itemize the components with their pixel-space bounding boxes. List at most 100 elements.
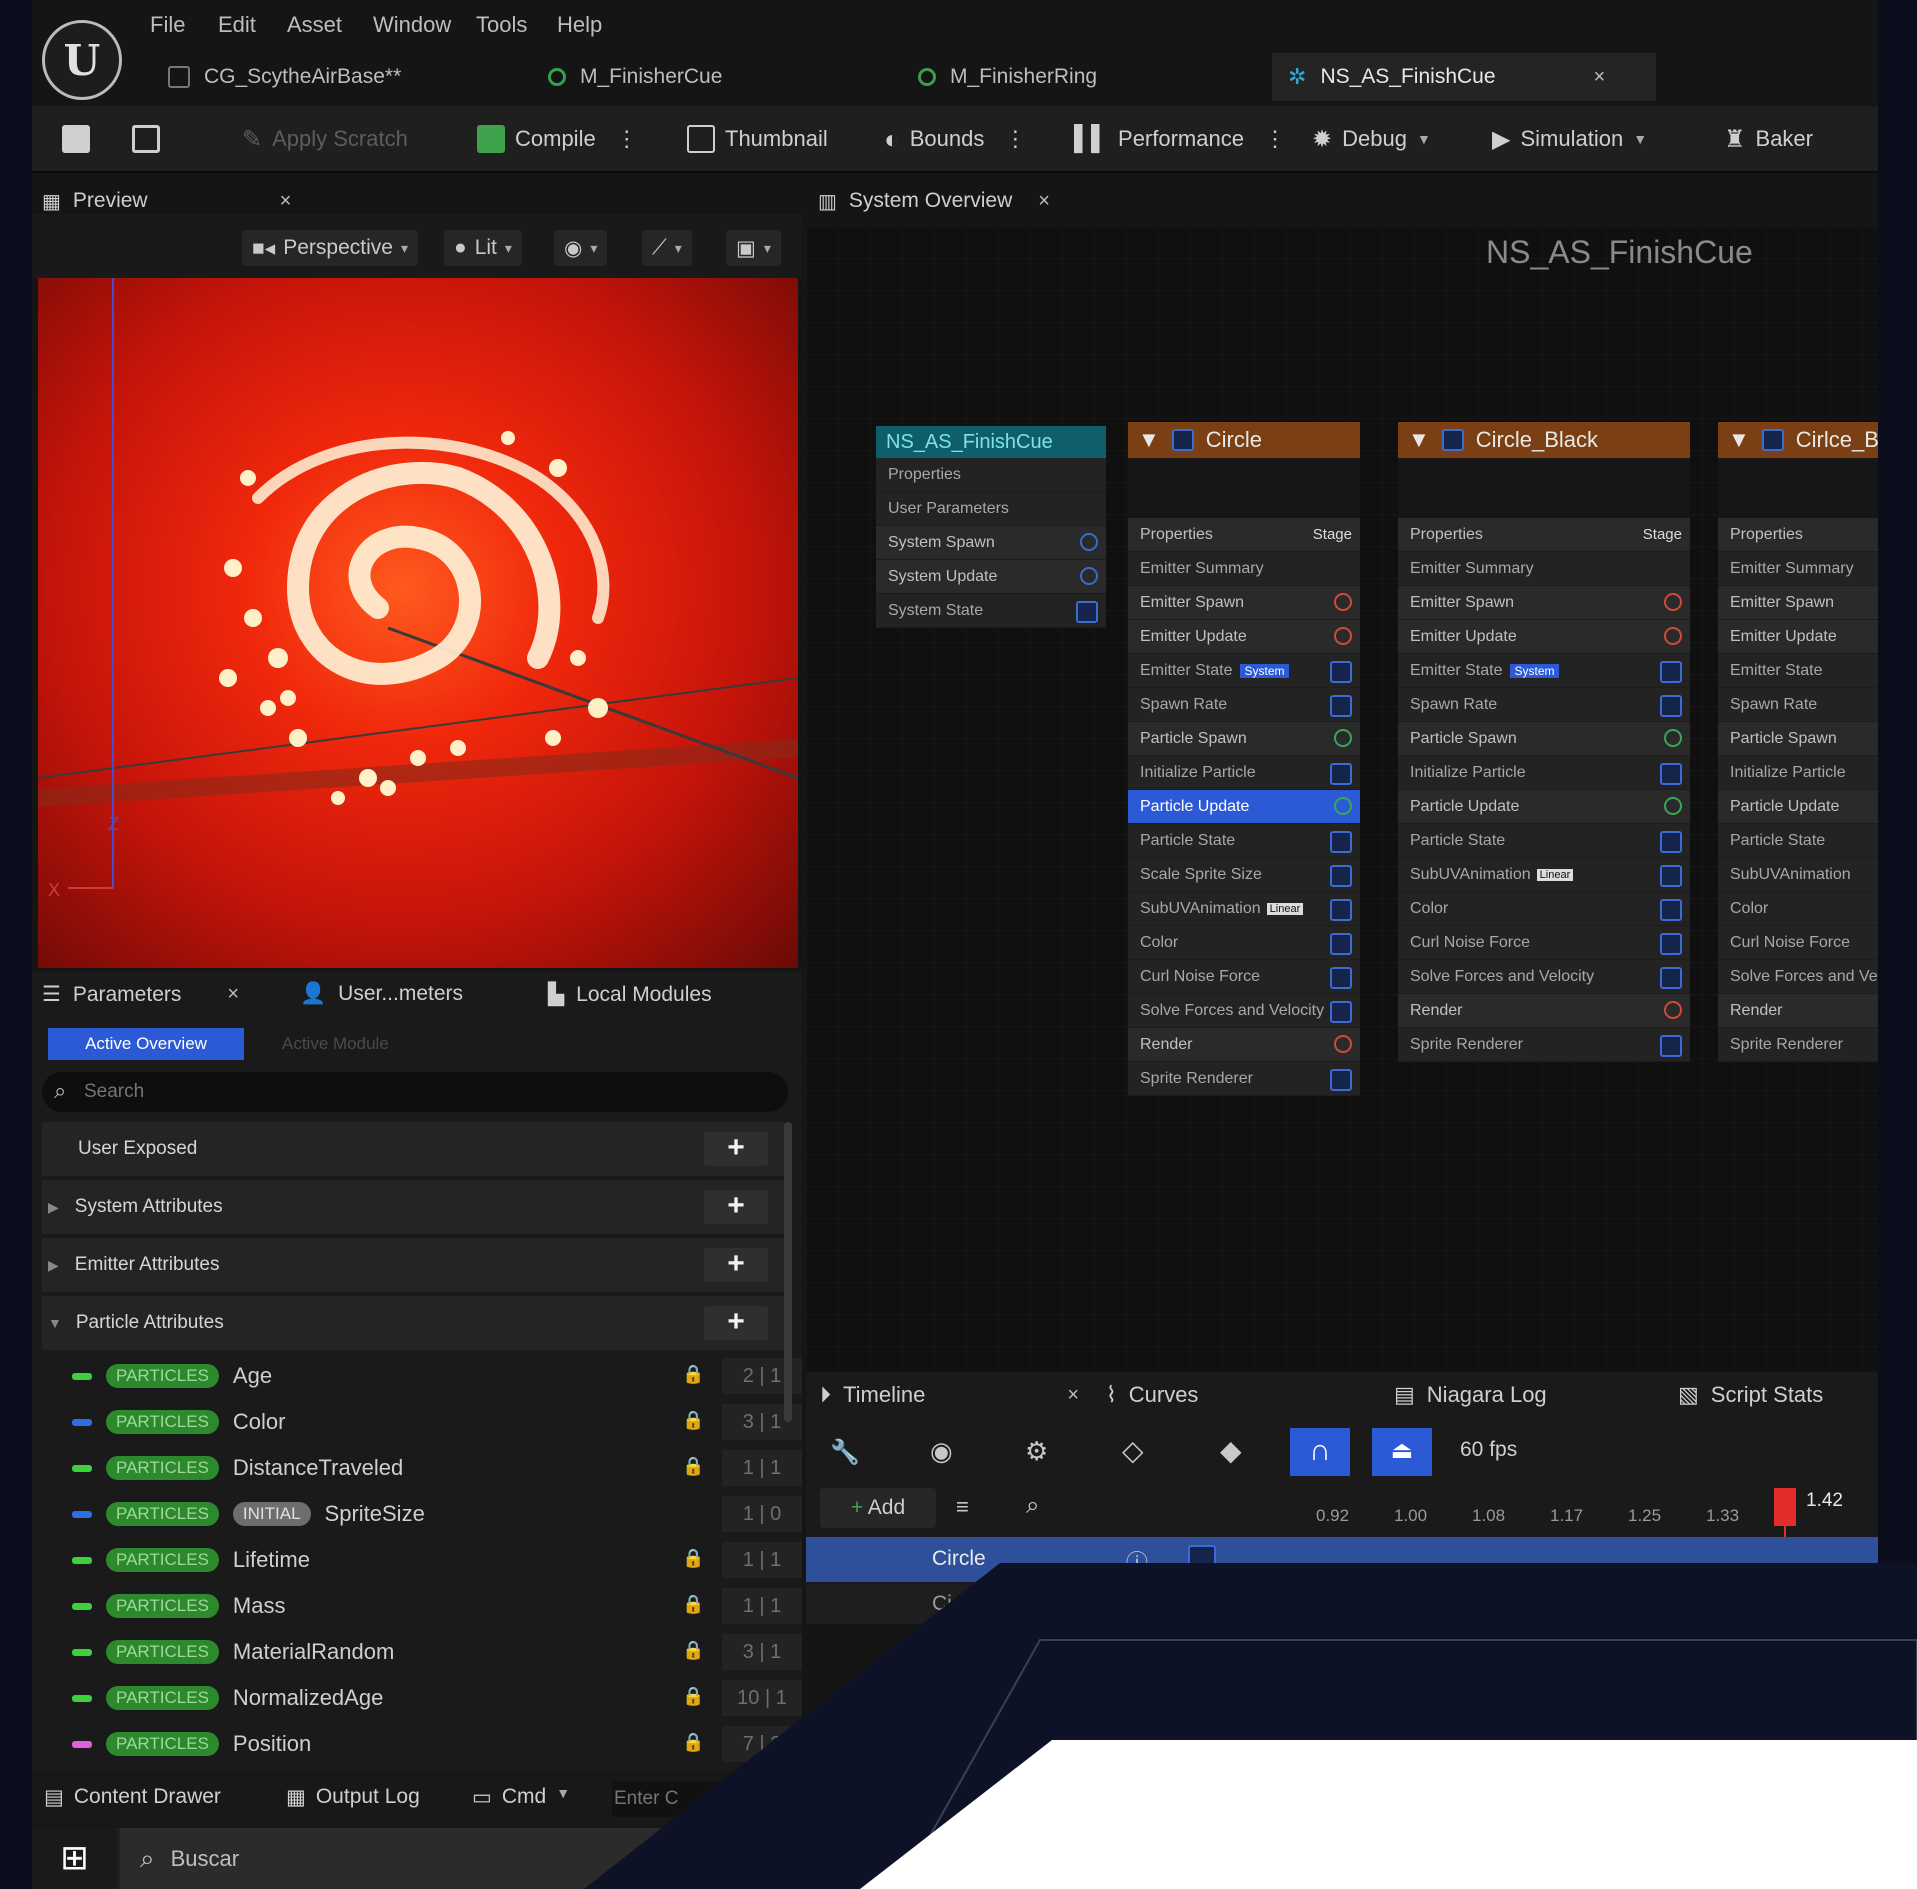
tab-timeline[interactable]: ⏵ Timeline × <box>820 1382 1079 1408</box>
playback-range-icon[interactable]: ⏏ <box>1372 1428 1432 1476</box>
enabled-checkbox[interactable] <box>1660 695 1682 717</box>
add-parameter-button[interactable]: + <box>704 1190 768 1224</box>
emitter-row[interactable]: Particle State <box>1718 824 1878 858</box>
doc-tab-m-finisherring[interactable]: M_FinisherRing <box>902 53 1278 101</box>
emitter-row[interactable]: Particle Update <box>1398 790 1690 824</box>
tab-system-overview[interactable]: ▥ System Overview × <box>818 186 1050 216</box>
add-track-button[interactable]: + Add <box>820 1488 936 1528</box>
enabled-checkbox[interactable] <box>1761 429 1784 451</box>
browse-icon[interactable] <box>132 122 160 156</box>
category-particle-attributes[interactable]: ▼ Particle Attributes + <box>42 1296 784 1350</box>
system-node[interactable]: NS_AS_FinishCue Properties User Paramete… <box>876 426 1106 628</box>
emitter-row[interactable]: Particle Spawn <box>1718 722 1878 756</box>
attribute-row[interactable]: PARTICLES Mass 🔒 1 | 1 <box>72 1584 802 1628</box>
emitter-row[interactable]: Emitter Update <box>1718 620 1878 654</box>
search-box[interactable]: ⌕ <box>42 1072 788 1112</box>
menu-tools[interactable]: Tools <box>476 12 527 38</box>
bounds-button[interactable]: ◐ Bounds ⋮ <box>884 122 1026 156</box>
attribute-row[interactable]: PARTICLES Age 🔒 2 | 1 <box>72 1354 802 1398</box>
preview-viewport[interactable]: Z X <box>38 278 798 968</box>
system-row[interactable]: System Update <box>876 560 1106 594</box>
emitter-row[interactable]: Render <box>1398 994 1690 1028</box>
emitter-row-selected[interactable]: Particle Update <box>1128 790 1360 824</box>
collapse-icon[interactable]: ▼ <box>1408 427 1430 453</box>
tab-user-parameters[interactable]: 👤 User...meters <box>300 982 463 1006</box>
close-icon[interactable]: × <box>227 983 239 1006</box>
enabled-checkbox[interactable] <box>1330 899 1352 921</box>
windows-start-icon[interactable]: ⊞ <box>32 1828 117 1889</box>
enabled-checkbox[interactable] <box>1330 763 1352 785</box>
emitter-row[interactable]: Solve Forces and Velocity <box>1128 994 1360 1028</box>
add-module-icon[interactable] <box>1334 729 1352 747</box>
settings-icon[interactable]: ⚙ <box>1025 1436 1048 1467</box>
tools-dropdown[interactable]: ⟋ ▾ <box>642 230 692 266</box>
emitter-row[interactable]: Color <box>1128 926 1360 960</box>
collapse-icon[interactable]: ▼ <box>1728 427 1750 453</box>
attribute-row[interactable]: PARTICLES Color 🔒 3 | 1 <box>72 1400 802 1444</box>
add-module-icon[interactable] <box>1664 593 1682 611</box>
add-parameter-button[interactable]: + <box>704 1132 768 1166</box>
unreal-logo-icon[interactable]: U <box>42 20 122 100</box>
emitter-row[interactable]: Properties Stage <box>1398 518 1690 552</box>
compile-button[interactable]: Compile ⋮ <box>477 122 638 156</box>
emitter-row[interactable]: Curl Noise Force <box>1398 926 1690 960</box>
attribute-row[interactable]: PARTICLES NormalizedAge 🔒 10 | 1 <box>72 1676 802 1720</box>
more-options-icon[interactable]: ⋮ <box>616 126 638 152</box>
system-row[interactable]: System State <box>876 594 1106 628</box>
doc-tab-ns-as-finishcue[interactable]: ✲ NS_AS_FinishCue × <box>1272 53 1656 101</box>
enabled-checkbox[interactable] <box>1660 865 1682 887</box>
emitter-row[interactable]: Render <box>1128 1028 1360 1062</box>
emitter-row[interactable]: Emitter State <box>1718 654 1878 688</box>
emitter-row[interactable]: Emitter Spawn <box>1128 586 1360 620</box>
expand-icon[interactable]: ▶ <box>48 1257 59 1274</box>
enabled-checkbox[interactable] <box>1660 967 1682 989</box>
emitter-row[interactable]: Particle State <box>1128 824 1360 858</box>
save-icon[interactable] <box>62 122 90 156</box>
baker-button[interactable]: ♜ Baker <box>1724 122 1813 156</box>
enabled-checkbox[interactable] <box>1330 661 1352 683</box>
tab-parameters[interactable]: ☰ Parameters × <box>42 982 239 1007</box>
lit-dropdown[interactable]: ● Lit ▾ <box>444 230 522 266</box>
track-row-selected[interactable]: Circle ⓘ <box>806 1537 1878 1582</box>
emitter-row[interactable]: SubUVAnimation <box>1718 858 1878 892</box>
debug-button[interactable]: ✹ Debug ▼ <box>1312 122 1431 156</box>
search-icon[interactable]: ⌕ <box>1026 1492 1039 1520</box>
add-module-icon[interactable] <box>1334 627 1352 645</box>
emitter-row[interactable]: Emitter Spawn <box>1398 586 1690 620</box>
enabled-checkbox[interactable] <box>1330 933 1352 955</box>
enabled-checkbox[interactable] <box>1660 933 1682 955</box>
menu-help[interactable]: Help <box>557 12 602 38</box>
performance-button[interactable]: ▌▌ Performance ⋮ <box>1074 122 1286 156</box>
taskbar-search[interactable]: ⌕ Buscar <box>120 1828 660 1889</box>
tab-active-module[interactable]: Active Module <box>282 1028 389 1060</box>
system-row[interactable]: Properties <box>876 458 1106 492</box>
emitter-row[interactable]: Emitter Summary <box>1718 552 1878 586</box>
attribute-row[interactable]: PARTICLES Lifetime 🔒 1 | 1 <box>72 1538 802 1582</box>
add-parameter-button[interactable]: + <box>704 1248 768 1282</box>
emitter-row[interactable]: Initialize Particle <box>1128 756 1360 790</box>
emitter-row[interactable]: Emitter Summary <box>1128 552 1360 586</box>
enabled-checkbox[interactable] <box>1330 1069 1352 1091</box>
scrollbar[interactable] <box>784 1122 792 1422</box>
emitter-row[interactable]: Emitter Update <box>1398 620 1690 654</box>
emitter-row[interactable]: Sprite Renderer <box>1128 1062 1360 1096</box>
emitter-row[interactable]: Solve Forces and Velo <box>1718 960 1878 994</box>
emitter-row[interactable]: Sprite Renderer <box>1398 1028 1690 1062</box>
emitter-header[interactable]: ▼ Circle_Black <box>1398 422 1690 458</box>
show-dropdown[interactable]: ◉ ▾ <box>554 230 608 266</box>
tab-niagara-log[interactable]: ▤ Niagara Log <box>1394 1382 1547 1408</box>
enabled-checkbox[interactable] <box>1330 865 1352 887</box>
add-module-icon[interactable] <box>1334 797 1352 815</box>
enabled-checkbox[interactable] <box>1660 661 1682 683</box>
system-row[interactable]: System Spawn <box>876 526 1106 560</box>
emitter-row[interactable]: Particle State <box>1398 824 1690 858</box>
emitter-node-circle[interactable]: ▼ Circle Properties Stage Emitter Summary… <box>1128 422 1360 1096</box>
emitter-row[interactable]: SubUVAnimation Linear <box>1128 892 1360 926</box>
tab-active-overview[interactable]: Active Overview <box>48 1028 244 1060</box>
enabled-checkbox[interactable] <box>1330 1001 1352 1023</box>
emitter-header[interactable]: ▼ Circle <box>1128 422 1360 458</box>
apply-scratch-button[interactable]: ✎ Apply Scratch <box>242 122 408 156</box>
category-system-attributes[interactable]: ▶ System Attributes + <box>42 1180 784 1234</box>
category-user-exposed[interactable]: User Exposed + <box>42 1122 784 1176</box>
emitter-row[interactable]: Curl Noise Force <box>1718 926 1878 960</box>
